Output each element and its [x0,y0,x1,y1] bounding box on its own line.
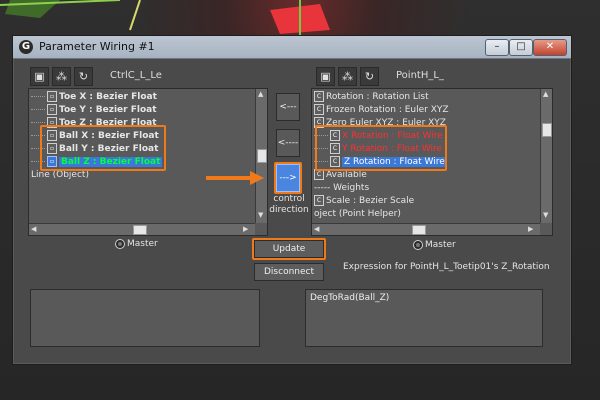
scroll-left-icon[interactable]: ◀ [31,225,36,234]
tree-row[interactable]: Line (Object) [31,169,89,182]
tree-row[interactable]: ▫ Toe Y : Bezier Float [31,104,157,117]
tree-row-label: oject (Point Helper) [314,209,401,219]
left-horizontal-scrollbar[interactable]: ◀ ▶ [29,223,255,235]
parameter-wiring-dialog: G Parameter Wiring #1 – □ ✕ ▣ ⁂ ↻ CtrlC_… [12,35,572,365]
tree-row-label: X Rotation : Float Wire [342,131,443,141]
tree-row-label: Ball Y : Bezier Float [59,144,159,154]
tree-row[interactable]: ▫ Ball X : Bezier Float [31,130,159,143]
left-connection-button[interactable]: <---- [276,129,300,157]
tree-row-label: Available [326,170,367,180]
pick-object-icon[interactable]: ▣ [316,67,335,86]
tree-row-label: Rotation : Rotation List [326,92,429,102]
refresh-icon[interactable]: ↻ [74,67,93,86]
right-node-name: PointH_L_ [396,70,444,81]
scroll-left-icon[interactable]: ◀ [314,225,319,234]
tree-row[interactable]: CZ Rotation : Float Wire [314,156,447,169]
right-expression-box[interactable]: DegToRad(Ball_Z) [305,289,543,347]
tree-row-label: Line (Object) [31,170,89,180]
tree-row-label: Ball X : Bezier Float [59,131,159,141]
pointer-arrow [206,171,264,185]
tree-row-label: Toe X : Bezier Float [59,92,157,102]
left-parameter-tree[interactable]: ▫ Toe X : Bezier Float ▫ Toe Y : Bezier Fl… [28,88,268,236]
left-node-name: CtrlC_L_Le [110,70,162,81]
tree-row[interactable]: ----- Weights [314,182,369,195]
tree-row[interactable]: C Scale : Bezier Scale [314,195,414,208]
tree-row[interactable]: ▫ Ball Z : Bezier Float [31,156,163,169]
tree-row-label: Zero Euler XYZ : Euler XYZ [326,118,446,128]
tree-row[interactable]: CX Rotation : Float Wire [314,130,443,143]
left-master-label: Master [127,239,158,249]
scroll-thumb[interactable] [542,123,552,137]
right-horizontal-scrollbar[interactable]: ◀ ▶ [312,223,540,235]
scroll-up-icon[interactable]: ▲ [258,90,263,99]
tree-row[interactable]: ▫ Toe Z : Bezier Float [31,117,157,130]
tree-row-label: Frozen Rotation : Euler XYZ [326,105,449,115]
pick-object-icon[interactable]: ▣ [30,67,49,86]
tree-row-label: Scale : Bezier Scale [326,196,415,206]
scroll-down-icon[interactable]: ▼ [543,211,548,220]
hierarchy-icon[interactable]: ⁂ [52,67,71,86]
tree-row[interactable]: C Rotation : Rotation List [314,91,429,104]
update-button[interactable]: Update [254,240,324,258]
tree-row[interactable]: ▫ Ball Y : Bezier Float [31,143,158,156]
scroll-thumb[interactable] [133,225,147,235]
window-title: Parameter Wiring #1 [39,40,155,53]
scroll-right-icon[interactable]: ▶ [243,225,248,234]
expression-caption: Expression for PointH_L_Toetip01's Z_Rot… [343,262,550,272]
tree-row[interactable]: C Frozen Rotation : Euler XYZ [314,104,449,117]
disconnect-button[interactable]: Disconnect [254,263,324,281]
control-direction-label: control direction [269,194,309,215]
right-parameter-tree[interactable]: C Rotation : Rotation List C Frozen Rotati… [311,88,553,236]
scroll-thumb[interactable] [257,149,267,163]
scroll-down-icon[interactable]: ▼ [258,211,263,220]
title-bar[interactable]: G Parameter Wiring #1 – □ ✕ [13,36,571,59]
tree-row-label: Z Rotation : Float Wire [342,157,447,167]
tree-row[interactable]: oject (Point Helper) [314,208,401,221]
tree-row[interactable]: C Zero Euler XYZ : Euler XYZ [314,117,446,130]
tree-row[interactable]: C Available [314,169,367,182]
maximize-button[interactable]: □ [509,39,533,56]
scroll-right-icon[interactable]: ▶ [528,225,533,234]
scroll-thumb[interactable] [412,225,426,235]
right-vertical-scrollbar[interactable]: ▲ ▼ [540,89,552,223]
scroll-up-icon[interactable]: ▲ [543,90,548,99]
minimize-button[interactable]: – [485,39,509,56]
tree-row-label: Ball Z : Bezier Float [59,157,163,167]
left-master-radio[interactable] [115,239,125,249]
right-connection-button[interactable]: ---> [276,164,300,192]
tree-row-label: Toe Z : Bezier Float [59,118,157,128]
tree-row-label: Y Rotation : Float Wire [342,144,443,154]
tree-row[interactable]: CY Rotation : Float Wire [314,143,442,156]
right-master-label: Master [425,240,456,250]
tree-row-label: Toe Y : Bezier Float [59,105,157,115]
gear-icon[interactable]: G [19,40,33,54]
close-button[interactable]: ✕ [533,39,567,56]
right-master-radio[interactable] [413,240,423,250]
tree-row-label: ----- Weights [314,183,370,193]
left-expression-box[interactable] [30,289,260,347]
refresh-icon[interactable]: ↻ [360,67,379,86]
left-vertical-scrollbar[interactable]: ▲ ▼ [255,89,267,223]
tree-row[interactable]: ▫ Toe X : Bezier Float [31,91,157,104]
two-way-connection-button[interactable]: <---> [276,93,300,138]
hierarchy-icon[interactable]: ⁂ [338,67,357,86]
